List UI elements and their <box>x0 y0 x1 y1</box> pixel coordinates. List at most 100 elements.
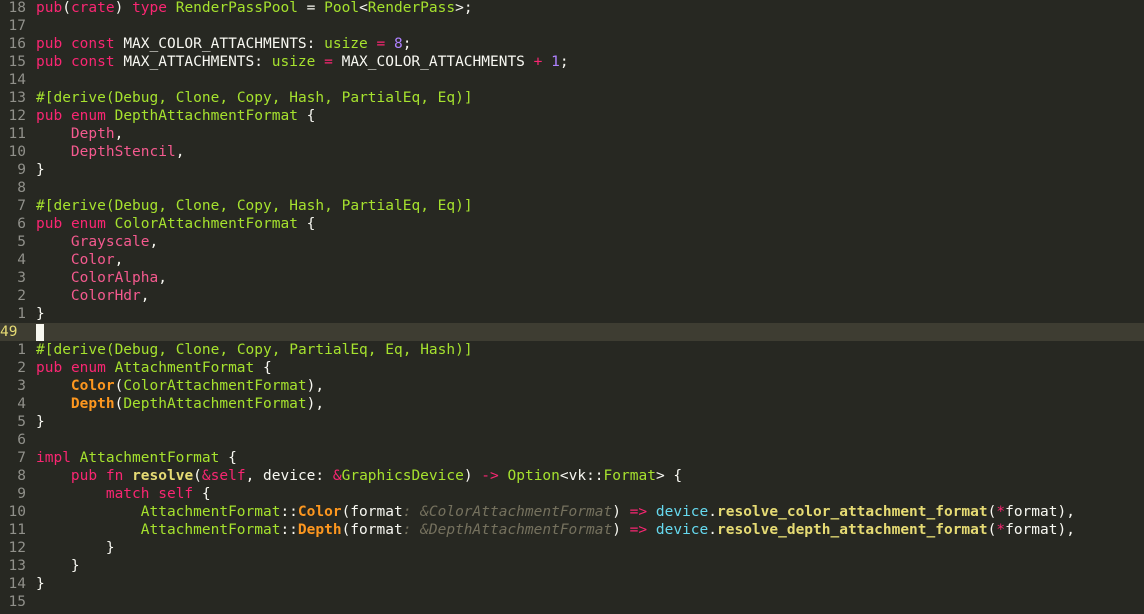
code-text: } <box>36 162 45 178</box>
line-number: 16 <box>8 36 26 52</box>
code-token: resolve_depth_attachment_format <box>717 522 988 538</box>
code-text: AttachmentFormat::Depth(format: &DepthAt… <box>36 522 1075 538</box>
code-token: >; <box>455 0 473 16</box>
code-token: self <box>158 486 194 502</box>
line-number: 9 <box>17 486 26 502</box>
line-number: 2 <box>17 360 26 376</box>
code-line[interactable]: 8 <box>0 179 1144 197</box>
code-token: } <box>36 558 80 574</box>
code-line[interactable]: 5 Grayscale, <box>0 233 1144 251</box>
code-token: Debug <box>114 342 159 358</box>
code-token: , <box>420 198 438 214</box>
code-line[interactable]: 17 <box>0 17 1144 35</box>
code-line[interactable]: 15 <box>0 593 1144 611</box>
code-token: 8 <box>393 36 403 52</box>
line-number: 11 <box>8 126 26 142</box>
code-token: , device: <box>245 468 333 484</box>
code-line[interactable]: 14} <box>0 575 1144 593</box>
code-token: ) <box>463 468 482 484</box>
code-token: , <box>271 342 290 358</box>
code-line[interactable]: 1} <box>0 305 1144 323</box>
code-text: Color, <box>36 252 123 268</box>
code-line[interactable]: 12 pub enum DepthAttachmentFormat { <box>0 107 1144 125</box>
code-line[interactable]: 11 AttachmentFormat::Depth(format: &Dept… <box>0 521 1144 539</box>
code-token: , <box>324 198 342 214</box>
code-line[interactable]: 13 #[derive(Debug, Clone, Copy, Hash, Par… <box>0 89 1144 107</box>
line-number: 13 <box>8 90 26 106</box>
code-token: , <box>402 342 421 358</box>
code-line[interactable]: 6 <box>0 431 1144 449</box>
code-line[interactable]: 4 Depth(DepthAttachmentFormat), <box>0 395 1144 413</box>
line-number: 10 <box>8 144 26 160</box>
code-token: DepthAttachmentFormat <box>123 396 307 412</box>
code-token: usize <box>271 54 316 70</box>
code-token: Hash <box>420 342 456 358</box>
code-line[interactable]: 18 pub(crate) type RenderPassPool = Pool<… <box>0 0 1144 17</box>
code-text: Depth(DepthAttachmentFormat), <box>36 396 324 412</box>
code-token: . <box>708 522 717 538</box>
code-token: self <box>210 468 246 484</box>
code-line[interactable]: 3 ColorAlpha, <box>0 269 1144 287</box>
line-number: 18 <box>8 0 26 16</box>
code-line[interactable]: 14 <box>0 71 1144 89</box>
code-line[interactable]: 9} <box>0 161 1144 179</box>
code-line[interactable]: 1 #[derive(Debug, Clone, Copy, PartialEq,… <box>0 341 1144 359</box>
code-line[interactable]: 9 match self { <box>0 485 1144 503</box>
code-token: GraphicsDevice <box>341 468 464 484</box>
code-text: match self { <box>36 486 211 502</box>
code-token: } <box>36 540 115 556</box>
code-line[interactable]: 10 DepthStencil, <box>0 143 1144 161</box>
line-number: 14 <box>8 72 26 88</box>
code-token: } <box>36 414 45 430</box>
code-line[interactable]: 12 } <box>0 539 1144 557</box>
code-token: enum <box>70 108 106 124</box>
code-token: Clone <box>175 90 220 106</box>
code-token: > { <box>655 468 683 484</box>
code-token: match <box>105 486 150 502</box>
code-token: impl <box>36 450 71 466</box>
code-line[interactable]: 15 pub const MAX_ATTACHMENTS: usize = MAX… <box>0 53 1144 71</box>
code-line[interactable]: 7 #[derive(Debug, Clone, Copy, Hash, Part… <box>0 197 1144 215</box>
code-token: PartialEq <box>289 342 368 358</box>
code-token: . <box>708 504 717 520</box>
code-line[interactable]: 2 pub enum AttachmentFormat { <box>0 359 1144 377</box>
line-number: 2 <box>17 288 26 304</box>
code-line[interactable]: 2 ColorHdr, <box>0 287 1144 305</box>
code-line[interactable]: 10 AttachmentFormat::Color(format: &Colo… <box>0 503 1144 521</box>
code-token: Copy <box>236 90 272 106</box>
code-line[interactable]: 16 pub const MAX_COLOR_ATTACHMENTS: usize… <box>0 35 1144 53</box>
code-token: :: <box>280 504 298 520</box>
code-token: MAX_COLOR_ATTACHMENTS <box>332 54 534 70</box>
line-number: 7 <box>17 450 26 466</box>
code-token: ( <box>114 396 124 412</box>
code-line[interactable]: 13 } <box>0 557 1144 575</box>
code-token: <vk:: <box>559 468 604 484</box>
code-editor[interactable]: 18 pub(crate) type RenderPassPool = Pool<… <box>0 0 1144 614</box>
line-number: 15 <box>8 54 26 70</box>
code-token: fn <box>105 468 124 484</box>
code-token: pub <box>36 360 63 376</box>
current-line[interactable]: 49 <box>0 323 1144 341</box>
code-token: device <box>655 504 709 520</box>
code-line[interactable]: 3 Color(ColorAttachmentFormat), <box>0 377 1144 395</box>
code-line[interactable]: 8 pub fn resolve(&self, device: &Graphic… <box>0 467 1144 485</box>
code-text: } <box>36 306 45 322</box>
code-line[interactable]: 4 Color, <box>0 251 1144 269</box>
code-token: , <box>271 198 290 214</box>
code-line[interactable]: 11 Depth, <box>0 125 1144 143</box>
code-token: MAX_COLOR_ATTACHMENTS: <box>114 36 325 52</box>
code-text: DepthStencil, <box>36 144 185 160</box>
code-token: Pool <box>324 0 360 16</box>
code-text: pub enum DepthAttachmentFormat { <box>36 108 315 124</box>
code-line[interactable]: 5} <box>0 413 1144 431</box>
code-token: { <box>297 108 316 124</box>
code-text: pub const MAX_COLOR_ATTACHMENTS: usize =… <box>36 36 411 52</box>
code-token: Color <box>70 252 115 268</box>
code-line[interactable]: 7 impl AttachmentFormat { <box>0 449 1144 467</box>
code-line[interactable]: 6 pub enum ColorAttachmentFormat { <box>0 215 1144 233</box>
